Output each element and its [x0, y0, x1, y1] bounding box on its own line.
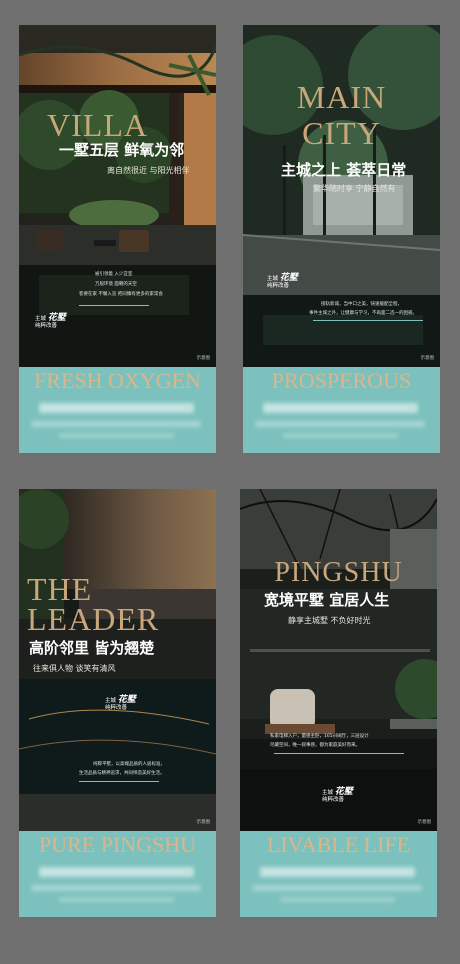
- headline-cn: 主城之上 荟萃日常: [281, 161, 407, 179]
- logo-brand: 花墅: [47, 313, 66, 323]
- blurred-text: [280, 897, 395, 902]
- poster-main-city: MAIN CITY 主城之上 荟萃日常 繁华随时享 宁静自然有 主城 花墅 纯粹…: [243, 25, 440, 453]
- poster-photo-pingshu: [240, 489, 437, 831]
- subline-cn: 繁华随时享 宁静自然有: [313, 184, 396, 193]
- corner-note: 示意图: [420, 356, 435, 361]
- blurred-text: [39, 867, 194, 877]
- divider: [79, 781, 159, 782]
- poster-pingshu: PINGSHU 宽境平墅 宜居人生 静享主城墅 不负好时光 私家电梯入户，量感主…: [240, 489, 437, 917]
- subline-cn: 往来俱人物 谈笑有清风: [33, 664, 116, 673]
- copy-line-2: 事件主城之外，让健康与学习，不再面二选一的困惑。: [309, 311, 417, 316]
- divider: [313, 320, 423, 321]
- title-band: PROSPEROUS: [243, 367, 440, 453]
- blurred-text: [59, 897, 174, 902]
- logo-bottom: 纯粹改善: [322, 797, 345, 803]
- copy-line-1: 纯粹平墅，以高端品质的人居标准，: [93, 762, 165, 767]
- headline-en-line-1: MAIN: [296, 79, 387, 115]
- corner-note: 示意图: [196, 820, 211, 825]
- logo-top: 主城: [35, 316, 47, 322]
- copy-line-1: 私家电梯入户，量感主卧，165㎡阔厅，三层设计: [270, 734, 369, 739]
- brand-logo: 主城 花墅 纯粹改善: [267, 273, 298, 290]
- poster-villa: VILLA 一墅五层 鲜氧为邻 离自然很近 与阳光相伴 被引领着 入少宜室 万般…: [19, 25, 216, 453]
- divider: [274, 753, 404, 754]
- copy-line-3: 客要在家 不懈入览 把同臻有更多的家常会: [79, 292, 163, 297]
- title-band: PURE PINGSHU: [19, 831, 216, 917]
- headline-en: PINGSHU: [274, 557, 403, 588]
- headline-en-line-2: CITY: [302, 115, 381, 151]
- brand-logo: 主城 花墅 纯粹改善: [322, 787, 353, 804]
- logo-top: 主城: [105, 698, 117, 704]
- poster-photo-the-leader: [19, 489, 216, 831]
- subline-cn: 离自然很近 与阳光相伴: [107, 166, 190, 175]
- blurred-text: [283, 433, 398, 438]
- band-title: LIVABLE LIFE: [266, 832, 411, 857]
- logo-bottom: 纯粹改善: [105, 705, 128, 711]
- subline-cn: 静享主城墅 不负好时光: [288, 616, 371, 625]
- title-band: FRESH OXYGEN: [19, 367, 216, 453]
- blurred-text: [255, 421, 425, 427]
- logo-bottom: 纯粹改善: [267, 283, 290, 289]
- headline-en-line-2: LEADER: [27, 601, 160, 637]
- blurred-text: [31, 885, 201, 891]
- brand-logo: 主城 花墅 纯粹改善: [35, 313, 66, 330]
- band-title: PROSPEROUS: [271, 368, 412, 393]
- band-title: FRESH OXYGEN: [34, 368, 201, 393]
- headline-cn: 高阶邻里 皆为翘楚: [29, 639, 155, 657]
- headline-cn: 一墅五层 鲜氧为邻: [59, 141, 185, 159]
- logo-brand: 花墅: [334, 787, 353, 797]
- title-band: LIVABLE LIFE: [240, 831, 437, 917]
- copy-line-1: 接轨新城，当中口之美，快速缓配全程，: [321, 302, 402, 307]
- poster-the-leader: THE LEADER 高阶邻里 皆为翘楚 往来俱人物 谈笑有清风 主城 花墅 纯…: [19, 489, 216, 917]
- logo-top: 主城: [267, 276, 279, 282]
- logo-brand: 花墅: [117, 695, 136, 705]
- corner-note: 示意图: [196, 356, 211, 361]
- logo-top: 主城: [322, 790, 334, 796]
- logo-bottom: 纯粹改善: [35, 323, 58, 329]
- headline-cn: 宽境平墅 宜居人生: [264, 591, 390, 609]
- copy-line-2: 万般环境 面朝的天空: [95, 282, 137, 287]
- blurred-text: [39, 403, 194, 413]
- logo-brand: 花墅: [279, 273, 298, 283]
- copy-line-2: 尽藏空间，唯一叙事感，都为家庭美好而来。: [270, 743, 360, 748]
- copy-line-1: 被引领着 入少宜室: [95, 272, 133, 277]
- copy-line-2: 生活品质与精神追求，共同缔造美好生活。: [79, 771, 165, 776]
- band-title: PURE PINGSHU: [38, 832, 197, 857]
- corner-note: 示意图: [417, 820, 432, 825]
- blurred-text: [31, 421, 201, 427]
- brand-logo: 主城 花墅 纯粹改善: [105, 695, 136, 712]
- divider: [79, 305, 149, 306]
- blurred-text: [260, 867, 415, 877]
- blurred-text: [263, 403, 418, 413]
- headline-en: VILLA: [47, 107, 148, 143]
- blurred-text: [252, 885, 422, 891]
- blurred-text: [59, 433, 174, 438]
